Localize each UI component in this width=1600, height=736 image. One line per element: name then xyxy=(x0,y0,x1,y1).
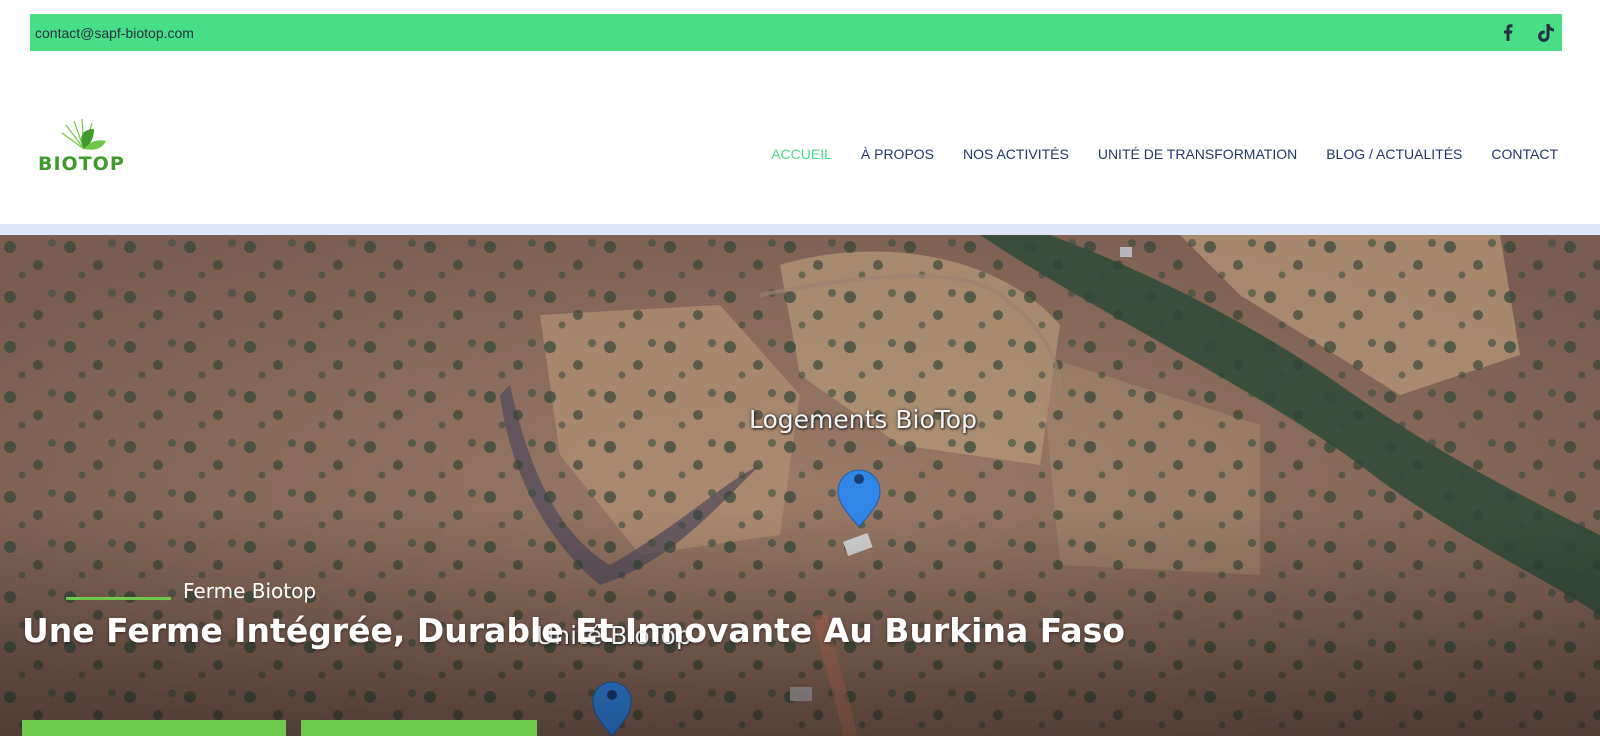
social-links xyxy=(1500,23,1554,43)
main-nav: ACCUEIL À PROPOS NOS ACTIVITÉS UNITÉ DE … xyxy=(771,146,1558,162)
biotop-logo[interactable]: BIOTOP xyxy=(36,119,126,179)
contact-email[interactable]: contact@sapf-biotop.com xyxy=(35,25,194,41)
nav-nos-activites[interactable]: NOS ACTIVITÉS xyxy=(963,146,1069,162)
hero-border xyxy=(0,224,1600,235)
nav-unite-transformation[interactable]: UNITÉ DE TRANSFORMATION xyxy=(1098,146,1297,162)
hero-secondary-button[interactable] xyxy=(301,720,537,736)
logo-text: BIOTOP xyxy=(38,153,125,175)
hero-section: Logements BioTop Unité BioTop Ferme Biot… xyxy=(0,235,1600,736)
nav-accueil[interactable]: ACCUEIL xyxy=(771,146,832,162)
hero-subtitle: Ferme Biotop xyxy=(183,579,317,603)
hero-primary-button[interactable] xyxy=(22,720,286,736)
map-label-logements: Logements BioTop xyxy=(749,405,977,434)
subtitle-accent-line xyxy=(66,597,171,600)
facebook-icon[interactable] xyxy=(1500,23,1516,43)
hero-overlay xyxy=(0,235,1600,736)
site-header: BIOTOP ACCUEIL À PROPOS NOS ACTIVITÉS UN… xyxy=(0,51,1600,224)
hero-title: Une Ferme Intégrée, Durable Et Innovante… xyxy=(22,611,1125,650)
nav-contact[interactable]: CONTACT xyxy=(1491,146,1558,162)
top-bar: contact@sapf-biotop.com xyxy=(30,14,1562,51)
nav-blog-actualites[interactable]: BLOG / ACTUALITÉS xyxy=(1326,146,1462,162)
tiktok-icon[interactable] xyxy=(1538,23,1554,43)
leaf-rays-icon xyxy=(61,119,106,150)
nav-a-propos[interactable]: À PROPOS xyxy=(861,146,934,162)
